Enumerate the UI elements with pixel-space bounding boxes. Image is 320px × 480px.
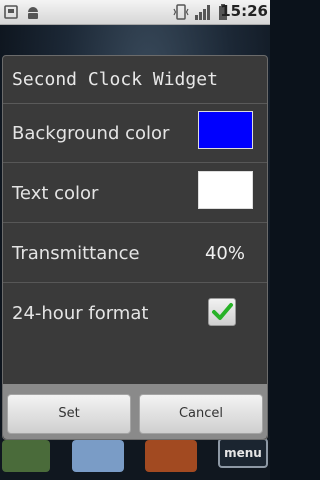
background-color-row[interactable]: Background color	[3, 104, 267, 163]
set-button[interactable]: Set	[7, 394, 131, 434]
background-color-swatch[interactable]	[198, 111, 253, 149]
transmittance-label: Transmittance	[12, 243, 140, 264]
background-color-label: Background color	[12, 123, 170, 144]
dock-app-icon[interactable]	[2, 440, 50, 472]
status-bar: 15:26	[0, 0, 270, 25]
transmittance-row[interactable]: Transmittance 40%	[3, 224, 267, 283]
vibrate-icon	[173, 4, 189, 20]
menu-button[interactable]: menu	[218, 438, 268, 468]
checkmark-icon	[212, 303, 233, 320]
dialog-title: Second Clock Widget	[3, 56, 267, 104]
hour-format-row[interactable]: 24-hour format	[3, 284, 267, 343]
dock-app-icon[interactable]	[72, 440, 124, 472]
usb-icon	[4, 5, 18, 19]
cancel-button[interactable]: Cancel	[139, 394, 263, 434]
text-color-swatch[interactable]	[198, 171, 253, 209]
text-color-row[interactable]: Text color	[3, 164, 267, 223]
android-debug-icon	[28, 7, 38, 19]
text-color-label: Text color	[12, 183, 99, 204]
transmittance-value: 40%	[204, 243, 245, 264]
signal-icon	[195, 5, 210, 20]
dock-app-icon[interactable]	[145, 440, 197, 472]
hour-format-label: 24-hour format	[12, 303, 149, 324]
settings-dialog: Second Clock Widget Background color Tex…	[2, 55, 268, 440]
clock-time: 15:26	[220, 2, 268, 20]
hour-format-checkbox[interactable]	[208, 298, 236, 326]
dialog-button-bar: Set Cancel	[3, 384, 267, 439]
